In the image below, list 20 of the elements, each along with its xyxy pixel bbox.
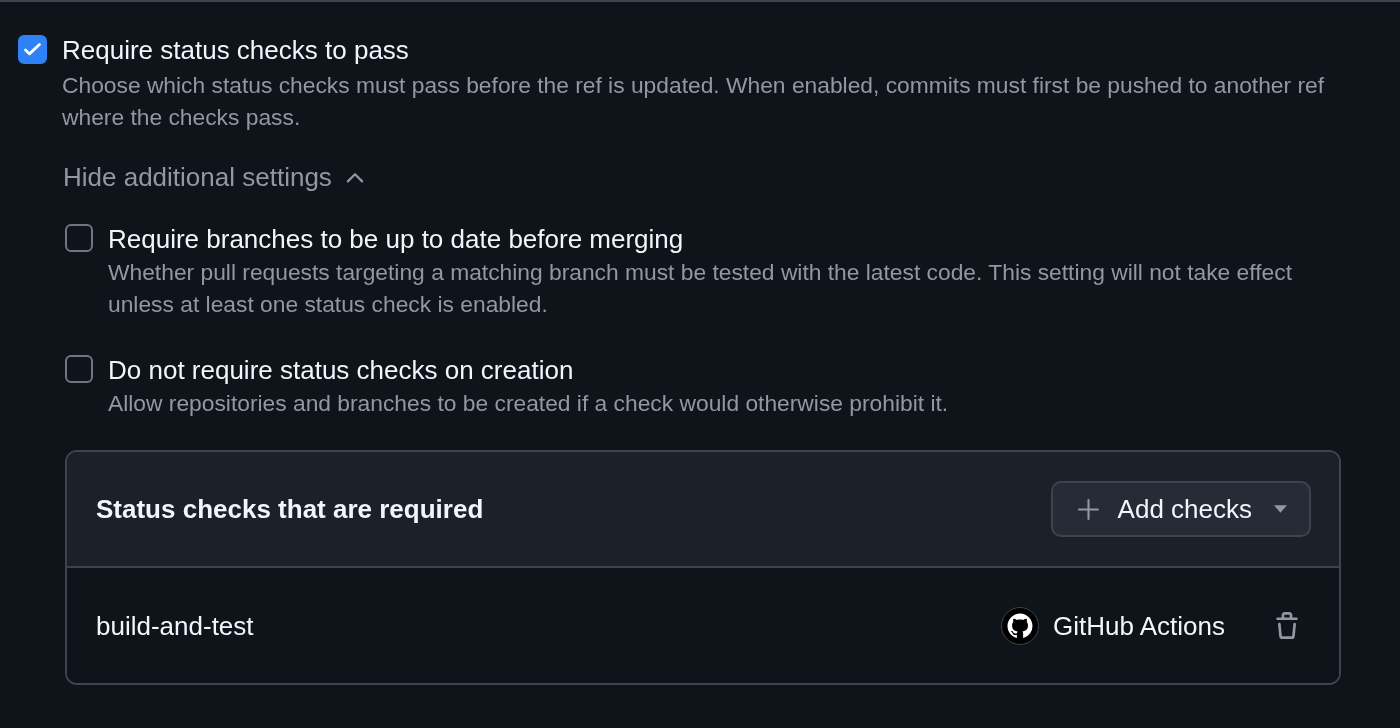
setting-title: Require branches to be up to date before merging bbox=[108, 224, 684, 254]
setting-title: Do not require status checks on creation bbox=[108, 355, 574, 385]
checkbox[interactable] bbox=[65, 224, 93, 252]
setting-description: Choose which status checks must pass before the ref is updated. When enabled, commits must first be pushed to another ref where the checks pass. bbox=[62, 71, 1326, 132]
settings-toggle[interactable]: Hide additional settings bbox=[62, 162, 364, 192]
panel-title: Status checks that are required bbox=[96, 494, 484, 524]
check-name: build-and-test bbox=[96, 610, 255, 641]
setting-title: Require status checks to pass bbox=[62, 35, 409, 65]
plus-icon bbox=[1077, 498, 1099, 520]
caret-icon bbox=[1274, 505, 1287, 513]
add-checks-button[interactable]: Add checks bbox=[1050, 481, 1311, 537]
delete-button[interactable] bbox=[1276, 612, 1298, 639]
setting-description: Allow repositories and branches to be created if a check would otherwise prohibit it. bbox=[108, 389, 949, 418]
checkbox[interactable] bbox=[65, 355, 93, 383]
checkmark-icon bbox=[24, 42, 41, 57]
setting-description: Whether pull requests targeting a matching branch must be tested with the latest code. This setting will not take effect unless at least one status check is enabled. bbox=[108, 258, 1293, 319]
trash-icon bbox=[1276, 612, 1298, 639]
checkbox[interactable] bbox=[18, 35, 47, 64]
app-name: GitHub Actions bbox=[1053, 610, 1225, 641]
cat-logo-icon bbox=[1001, 606, 1039, 645]
